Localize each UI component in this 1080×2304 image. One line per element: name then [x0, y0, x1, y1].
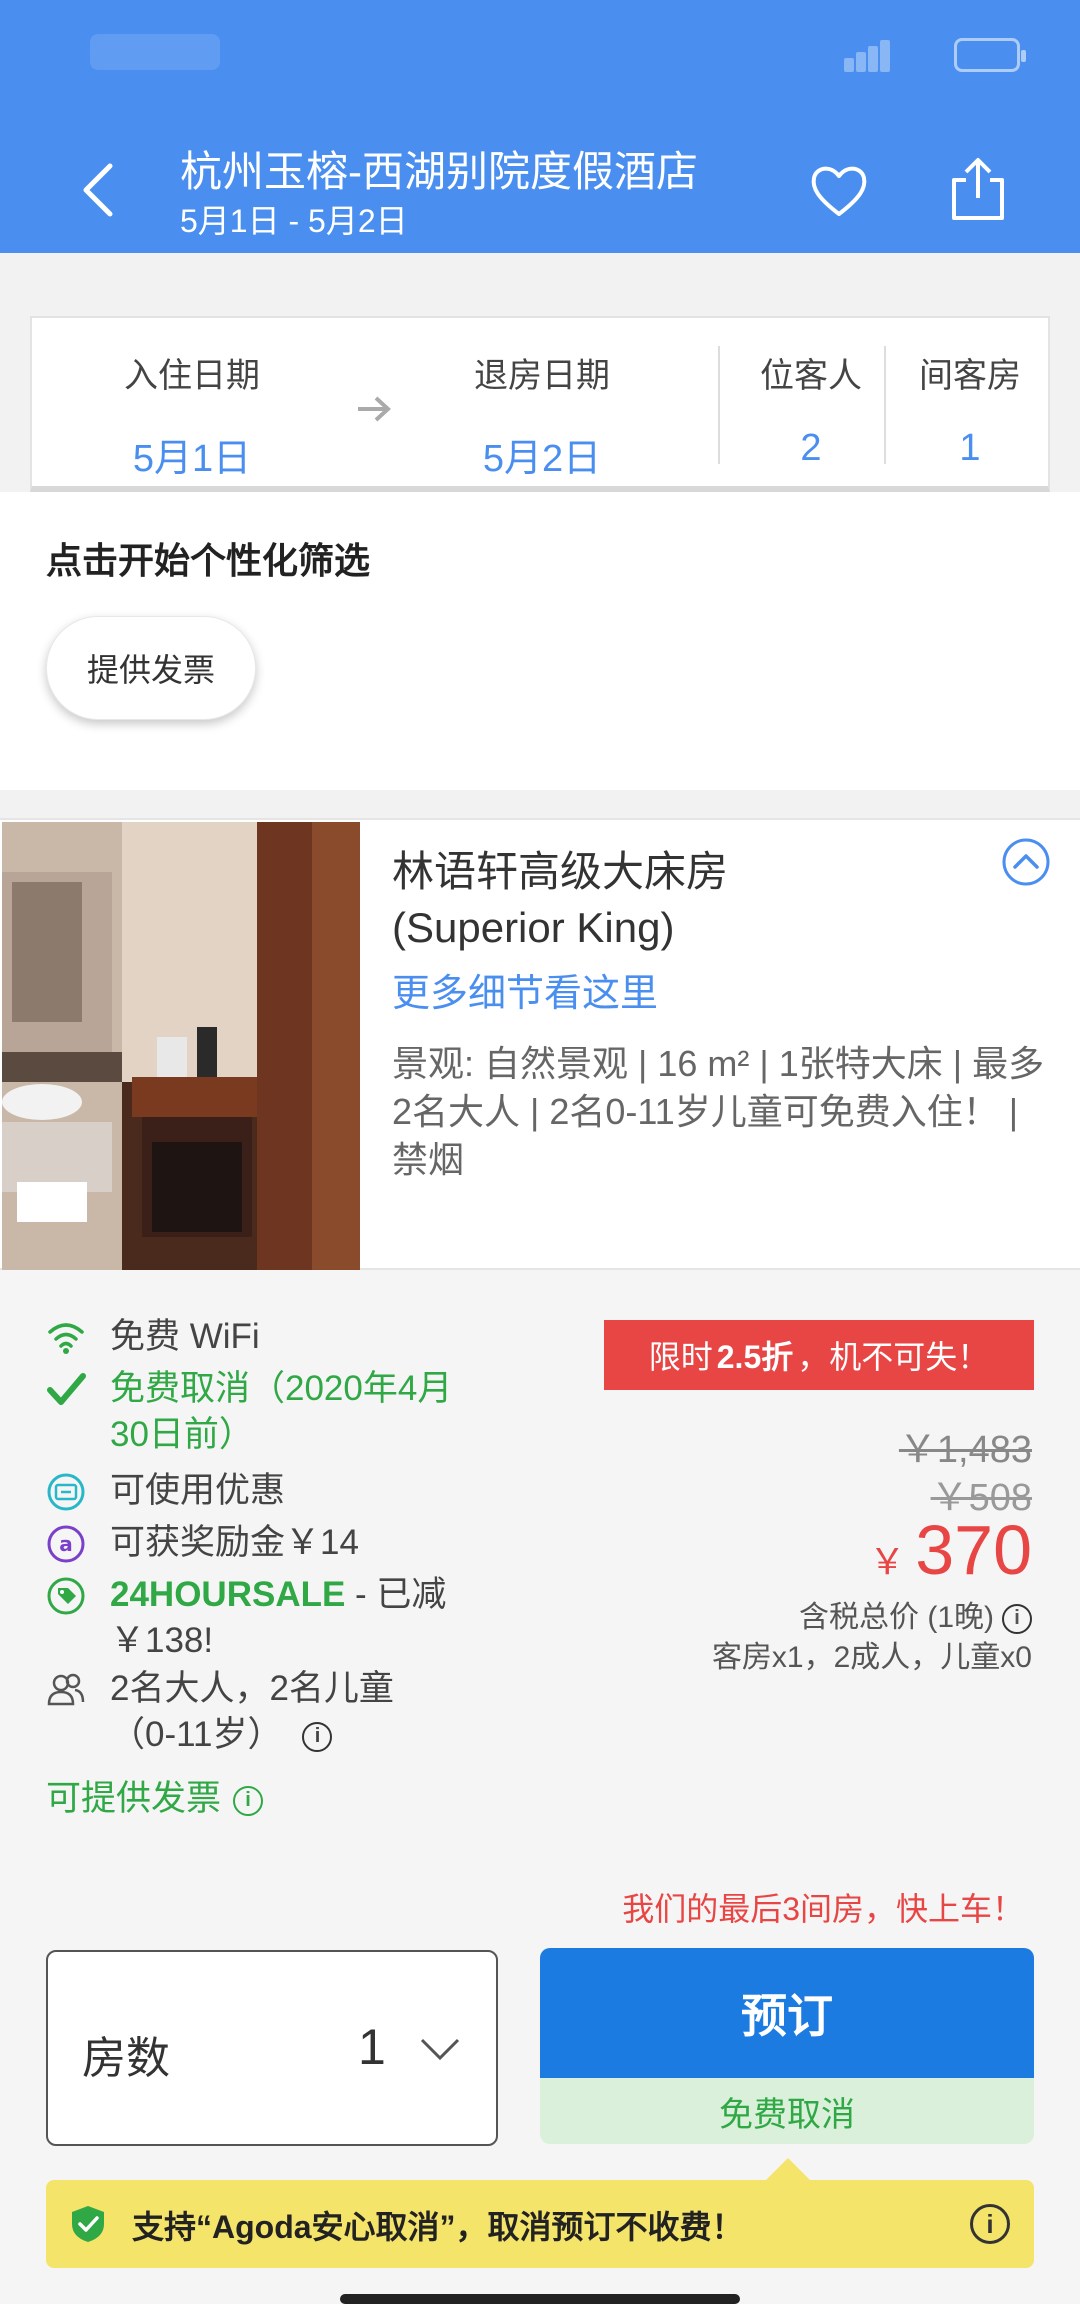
guests-field[interactable]: 位客人 2 [732, 348, 890, 470]
share-icon[interactable] [950, 156, 1006, 222]
room-allocation: 客房x1，2成人，儿童x0 [711, 1641, 1032, 1674]
info-icon[interactable]: i [1002, 1604, 1032, 1635]
room-photo[interactable] [2, 822, 360, 1270]
deal-badge: 限时 2.5折 ，机不可失！ [604, 1320, 1034, 1390]
coupon-icon [47, 1473, 85, 1511]
feature-free-cancel-line2: 30日前） [110, 1415, 254, 1454]
sale-rest: - 已减 [345, 1575, 447, 1614]
invoice-text: 可提供发票 [46, 1779, 222, 1818]
room-name-en: (Superior King) [392, 904, 675, 951]
deal-prefix: 限时 [648, 1339, 713, 1375]
divider [718, 346, 720, 464]
arrow-right-icon [358, 396, 391, 422]
feature-occupancy-line2: （0-11岁） i [110, 1712, 333, 1758]
feature-wifi-text: 免费 WiFi [110, 1317, 260, 1356]
feature-free-cancel-line1: 免费取消（2020年4月 [110, 1369, 453, 1408]
feature-coupon-text: 可使用优惠 [110, 1471, 286, 1510]
sale-tag-icon [47, 1577, 85, 1615]
chevron-up-circle-icon[interactable] [1000, 836, 1052, 888]
chevron-left-icon [83, 163, 113, 217]
sale-code: 24HOURSALE [110, 1575, 346, 1614]
checkin-label: 入住日期 [124, 357, 260, 395]
feature-occupancy-line1: 2名大人，2名儿童 [110, 1669, 394, 1708]
status-time-icon [90, 34, 220, 70]
search-summary: 入住日期 5月1日 退房日期 5月2日 位客人 2 间客房 1 [30, 316, 1050, 492]
room-description: 景观: 自然景观 | 16 m² | 1张特大床 | 最多2名大人 | 2名0-… [392, 1043, 1045, 1180]
hotel-title: 杭州玉榕-西湖别院度假酒店 [180, 148, 698, 195]
feature-sale-line1: 24HOURSALE - 已减 [110, 1572, 446, 1618]
checkout-field[interactable]: 退房日期 5月2日 [442, 348, 642, 482]
feature-sale-line2: ￥138! [110, 1621, 214, 1660]
people-icon [47, 1673, 85, 1706]
rate-section: 免费 WiFi 免费取消（2020年4月 30日前） 可使用优惠 a 可获奖励金… [0, 1270, 1080, 2304]
reward-icon: a [47, 1525, 85, 1563]
checkin-value: 5月1日 [132, 438, 252, 480]
rooms-field[interactable]: 间客房 1 [894, 348, 1046, 470]
room-card: 林语轩高级大床房 (Superior King) 更多细节看这里 景观: 自然景… [0, 818, 1080, 1270]
room-name[interactable]: 林语轩高级大床房 (Superior King) [392, 844, 992, 956]
divider [884, 346, 886, 464]
invoice-available-link[interactable]: 可提供发票 i [46, 1770, 264, 1821]
current-price: ￥ 370 [869, 1510, 1032, 1590]
invoice-filter-chip[interactable]: 提供发票 [46, 616, 256, 720]
rooms-label: 间客房 [919, 357, 1021, 395]
guests-label: 位客人 [760, 357, 862, 395]
chevron-down-icon [420, 2038, 460, 2061]
back-button[interactable] [68, 150, 128, 230]
rooms-value: 1 [959, 427, 981, 469]
filter-title[interactable]: 点击开始个性化筛选 [46, 532, 370, 584]
status-bar [0, 0, 1080, 110]
original-price-1: ￥1,483 [898, 1429, 1032, 1471]
checkin-field[interactable]: 入住日期 5月1日 [92, 348, 292, 482]
price-note-text: 含税总价 (1晚) [799, 1601, 994, 1634]
info-icon: i [233, 1785, 264, 1816]
checkmark-icon [47, 1373, 86, 1405]
app-header: 杭州玉榕-西湖别院度假酒店 5月1日 - 5月2日 [0, 0, 1080, 253]
assurance-text: 支持“Agoda安心取消”，取消预订不收费！ [132, 2209, 744, 2245]
shield-check-icon [72, 2206, 104, 2242]
room-count-value: 1 [358, 2019, 386, 2075]
occupancy-age: （0-11岁） [110, 1715, 283, 1754]
guests-value: 2 [800, 427, 822, 469]
cancel-assurance-banner: 支持“Agoda安心取消”，取消预订不收费！ i [46, 2158, 1034, 2268]
battery-icon [954, 38, 1026, 72]
info-icon[interactable]: i [970, 2204, 1010, 2244]
signal-icon [844, 40, 890, 72]
more-details-link[interactable]: 更多细节看这里 [392, 962, 658, 1017]
scarcity-message: 我们的最后3间房，快上车！ [622, 1891, 1024, 1927]
book-button[interactable]: 预订 [540, 1948, 1034, 2078]
room-count-label: 房数 [82, 2034, 170, 2083]
deal-suffix: ，机不可失！ [797, 1339, 990, 1375]
stay-dates: 5月1日 - 5月2日 [180, 203, 408, 239]
checkout-label: 退房日期 [474, 357, 610, 395]
filter-section: 点击开始个性化筛选 提供发票 [0, 492, 1080, 790]
free-cancel-tag: 免费取消 [540, 2078, 1034, 2144]
wifi-icon [48, 1323, 84, 1354]
price-note: 含税总价 (1晚) i [799, 1592, 1032, 1636]
room-count-selector[interactable]: 房数 1 [46, 1950, 498, 2146]
info-icon[interactable]: i [302, 1721, 333, 1752]
currency-symbol: ￥ [869, 1541, 906, 1582]
current-price-value: 370 [915, 1511, 1032, 1589]
home-indicator[interactable] [340, 2294, 740, 2304]
favorite-heart-icon[interactable] [808, 160, 870, 222]
room-name-cn: 林语轩高级大床房 [392, 848, 729, 895]
deal-discount: 2.5折 [716, 1339, 794, 1375]
checkout-value: 5月2日 [482, 438, 602, 480]
svg-text:a: a [59, 1532, 73, 1556]
feature-reward-text: 可获奖励金￥14 [110, 1523, 359, 1562]
